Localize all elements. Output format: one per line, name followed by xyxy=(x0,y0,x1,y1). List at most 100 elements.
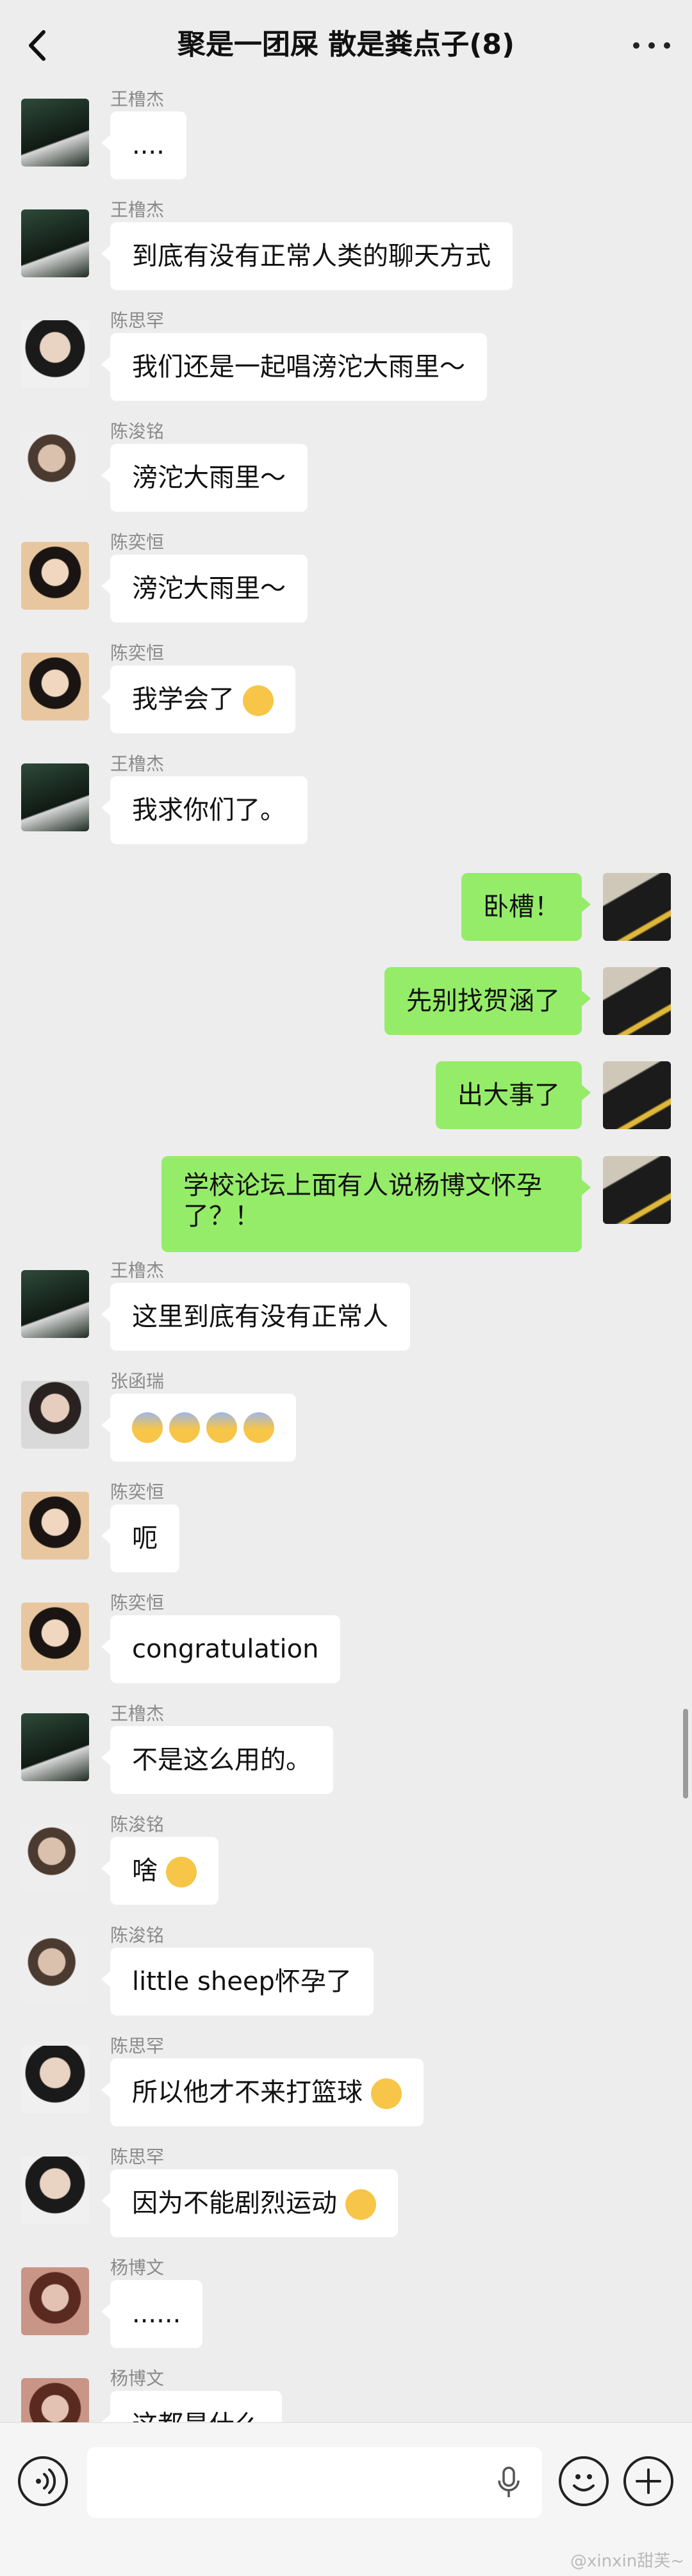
sender-name: 张函瑞 xyxy=(110,1371,165,1392)
message-bubble[interactable]: 呃 xyxy=(101,1504,179,1572)
avatar[interactable] xyxy=(21,1602,89,1670)
avatar[interactable] xyxy=(21,1713,89,1781)
surprised-emoji-icon xyxy=(165,1857,197,1887)
avatar[interactable] xyxy=(21,2046,89,2114)
scream-emoji-icon xyxy=(206,1412,237,1443)
message-bubble[interactable]: 滂沱大雨里～ xyxy=(101,444,308,512)
message-bubble[interactable]: 所以他才不来打篮球 xyxy=(101,2058,424,2126)
plus-icon xyxy=(636,2468,661,2494)
avatar[interactable] xyxy=(21,1935,89,2003)
avatar[interactable] xyxy=(603,1061,671,1129)
sender-name: 杨博文 xyxy=(110,2257,165,2278)
message-bubble[interactable]: 我学会了 xyxy=(101,665,295,733)
sender-name: 陈奕恒 xyxy=(110,1592,165,1613)
surprised-emoji-icon xyxy=(370,2078,402,2109)
message-text: 到底有没有正常人类的聊天方式 xyxy=(132,241,491,271)
sender-name: 陈思罕 xyxy=(110,310,165,331)
message-input[interactable] xyxy=(87,2447,542,2518)
message-bubble[interactable]: little sheep怀孕了 xyxy=(101,1948,374,2016)
message-text: 我们还是一起唱滂沱大雨里～ xyxy=(132,352,465,382)
message-text: 呃 xyxy=(132,1524,158,1553)
sender-name: 王橹杰 xyxy=(110,1703,165,1724)
more-button[interactable] xyxy=(629,28,674,60)
avatar[interactable] xyxy=(21,320,89,388)
avatar[interactable] xyxy=(21,1270,89,1338)
message-bubble[interactable]: 先别找贺涵了 xyxy=(384,967,591,1035)
sender-name: 王橹杰 xyxy=(110,753,165,774)
message-bubble[interactable]: 到底有没有正常人类的聊天方式 xyxy=(101,222,513,290)
message-bubble[interactable]: 学校论坛上面有人说杨博文怀孕了？！ xyxy=(161,1156,591,1252)
message-bubble[interactable]: 卧槽！ xyxy=(461,873,591,941)
message-text: 我学会了 xyxy=(132,685,235,714)
message-text: little sheep怀孕了 xyxy=(132,1967,352,1996)
sender-name: 陈奕恒 xyxy=(110,532,165,553)
message-text: congratulation xyxy=(132,1634,319,1664)
scrollbar[interactable] xyxy=(683,1709,688,1798)
message-text: 学校论坛上面有人说杨博文怀孕了？！ xyxy=(183,1171,542,1231)
sender-name: 王橹杰 xyxy=(110,199,165,220)
sender-name: 陈奕恒 xyxy=(110,642,165,664)
sender-name: 陈浚铭 xyxy=(110,1814,165,1835)
sender-name: 陈奕恒 xyxy=(110,1481,165,1503)
message-text: 卧槽！ xyxy=(483,892,560,922)
voice-button[interactable] xyxy=(18,2456,68,2506)
message-text: 所以他才不来打篮球 xyxy=(132,2078,363,2107)
avatar[interactable] xyxy=(21,209,89,277)
message-bubble[interactable]: 我求你们了。 xyxy=(101,776,308,844)
message-text: 滂沱大雨里～ xyxy=(132,574,286,603)
sender-name: 王橹杰 xyxy=(110,1260,165,1281)
avatar[interactable] xyxy=(21,2267,89,2335)
message-bubble[interactable]: 啥 xyxy=(101,1837,218,1905)
scream-emoji-icon xyxy=(169,1412,200,1443)
sender-name: 王橹杰 xyxy=(110,88,165,110)
surprised-emoji-icon xyxy=(345,2189,376,2220)
chat-title: 聚是一团屎 散是粪点子(8) xyxy=(177,28,515,61)
watermark: @xinxin甜芙~ xyxy=(570,2552,684,2571)
sender-name: 陈浚铭 xyxy=(110,421,165,442)
sender-name: 陈思罕 xyxy=(110,2035,165,2057)
grin-emoji-icon xyxy=(242,685,274,716)
avatar[interactable] xyxy=(603,1156,671,1224)
message-bubble[interactable]: 我们还是一起唱滂沱大雨里～ xyxy=(101,333,487,401)
message-bubble[interactable]: 这里到底有没有正常人 xyxy=(101,1283,410,1351)
emoji-group xyxy=(132,1412,274,1443)
avatar[interactable] xyxy=(603,873,671,941)
message-text: 因为不能剧烈运动 xyxy=(132,2189,337,2218)
message-bubble[interactable]: congratulation xyxy=(101,1615,341,1683)
message-text: 啥 xyxy=(132,1856,158,1886)
voice-icon xyxy=(36,2468,56,2494)
message-text: 不是这么用的。 xyxy=(132,1745,311,1775)
message-text: .... xyxy=(132,131,165,160)
message-bubble[interactable]: 滂沱大雨里～ xyxy=(101,555,308,623)
avatar[interactable] xyxy=(21,1492,89,1560)
message-bubble[interactable]: .... xyxy=(101,111,186,179)
message-bubble[interactable]: ...... xyxy=(101,2280,203,2348)
plus-button[interactable] xyxy=(623,2456,673,2506)
avatar[interactable] xyxy=(21,1824,89,1892)
scream-emoji-icon xyxy=(243,1412,274,1443)
emoji-button[interactable] xyxy=(559,2456,609,2506)
message-text: 我求你们了。 xyxy=(132,795,286,825)
avatar[interactable] xyxy=(21,763,89,831)
message-bubble[interactable]: 因为不能剧烈运动 xyxy=(101,2169,398,2237)
avatar[interactable] xyxy=(21,542,89,610)
message-text: 滂沱大雨里～ xyxy=(132,463,286,493)
message-text: ...... xyxy=(132,2299,181,2329)
avatar[interactable] xyxy=(21,653,89,721)
message-bubble[interactable] xyxy=(101,1394,296,1462)
message-text: 出大事了 xyxy=(457,1080,560,1110)
sender-name: 杨博文 xyxy=(110,2368,165,2389)
more-horizontal-icon xyxy=(633,42,639,49)
avatar[interactable] xyxy=(21,431,89,499)
mic-icon[interactable] xyxy=(495,2465,523,2500)
message-text: 先别找贺涵了 xyxy=(406,986,560,1016)
avatar[interactable] xyxy=(603,967,671,1035)
avatar[interactable] xyxy=(21,99,89,167)
chat-header: 聚是一团屎 散是粪点子(8) xyxy=(0,0,692,91)
avatar[interactable] xyxy=(21,2156,89,2224)
message-bubble[interactable]: 不是这么用的。 xyxy=(101,1726,333,1794)
message-bubble[interactable]: 出大事了 xyxy=(436,1061,591,1129)
emoji-icon xyxy=(573,2474,595,2491)
message-text: 这里到底有没有正常人 xyxy=(132,1302,388,1332)
avatar[interactable] xyxy=(21,1381,89,1449)
